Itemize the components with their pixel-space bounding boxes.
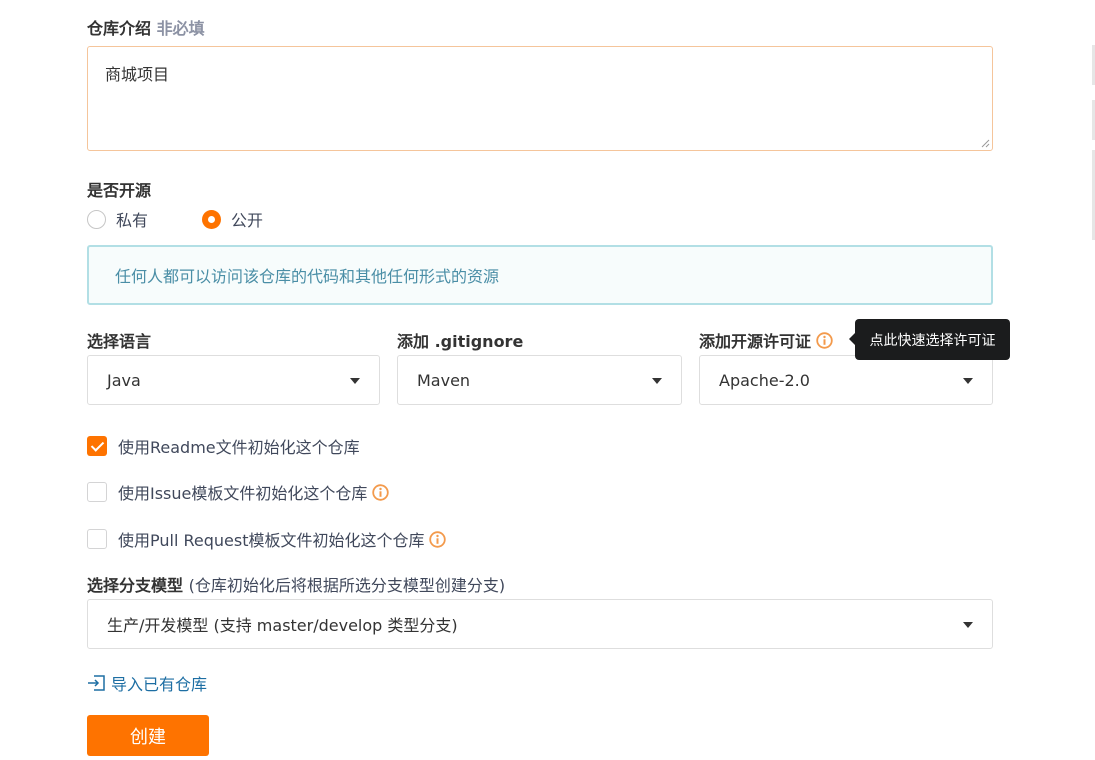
branch-model-label-text: 选择分支模型 [87, 576, 184, 595]
branch-model-value: 生产/开发模型 (支持 master/develop 类型分支) [107, 616, 458, 635]
radio-public-label: 公开 [231, 211, 264, 230]
language-select[interactable]: Java [87, 355, 380, 405]
license-label-text: 添加开源许可证 [699, 332, 812, 351]
init-issue-checkbox[interactable] [87, 482, 107, 502]
chevron-down-icon [350, 378, 360, 384]
branch-model-select[interactable]: 生产/开发模型 (支持 master/develop 类型分支) [87, 599, 993, 649]
import-repo-label: 导入已有仓库 [111, 675, 208, 694]
gitignore-value: Maven [417, 370, 471, 390]
gitignore-select[interactable]: Maven [397, 355, 682, 405]
init-issue-label: 使用Issue模板文件初始化这个仓库 [118, 484, 368, 503]
description-value: 商城项目 [105, 65, 170, 84]
init-issue-option[interactable]: 使用Issue模板文件初始化这个仓库 [87, 480, 390, 504]
description-label-text: 仓库介绍 [87, 19, 152, 38]
branch-model-label: 选择分支模型 (仓库初始化后将根据所选分支模型创建分支) [87, 572, 505, 596]
create-button[interactable]: 创建 [87, 715, 209, 756]
init-pr-option[interactable]: 使用Pull Request模板文件初始化这个仓库 [87, 527, 447, 551]
description-textarea[interactable]: 商城项目 [87, 46, 993, 151]
info-icon[interactable] [372, 483, 390, 501]
info-icon[interactable] [429, 530, 447, 548]
license-value: Apache-2.0 [719, 370, 810, 390]
import-icon [88, 675, 105, 691]
radio-private-label: 私有 [116, 211, 149, 230]
optional-tag: 非必填 [156, 19, 205, 38]
language-label: 选择语言 [87, 332, 152, 351]
import-repo-link[interactable]: 导入已有仓库 [87, 671, 207, 695]
visibility-info-text: 任何人都可以访问该仓库的代码和其他任何形式的资源 [115, 267, 500, 286]
chevron-down-icon [963, 378, 973, 384]
radio-public[interactable]: 公开 [202, 207, 263, 231]
chevron-down-icon [652, 378, 662, 384]
branch-model-hint: (仓库初始化后将根据所选分支模型创建分支) [188, 576, 506, 595]
license-select[interactable]: Apache-2.0 [699, 355, 993, 405]
open-source-label: 是否开源 [87, 181, 152, 200]
radio-private-circle[interactable] [87, 209, 106, 229]
create-button-label: 创建 [130, 726, 166, 748]
language-value: Java [107, 370, 141, 390]
init-pr-checkbox[interactable] [87, 529, 107, 549]
visibility-info-box: 任何人都可以访问该仓库的代码和其他任何形式的资源 [87, 245, 993, 305]
description-label: 仓库介绍 非必填 [87, 15, 205, 39]
gitignore-label: 添加 .gitignore [397, 332, 524, 351]
license-tooltip: 点此快速选择许可证 [849, 319, 1010, 360]
init-readme-checkbox[interactable] [87, 436, 107, 456]
radio-private[interactable]: 私有 [87, 207, 148, 231]
license-tooltip-text: 点此快速选择许可证 [869, 332, 996, 349]
resize-grip-icon[interactable] [980, 138, 990, 148]
init-readme-option[interactable]: 使用Readme文件初始化这个仓库 [87, 434, 360, 458]
radio-public-circle[interactable] [202, 209, 221, 229]
chevron-down-icon [963, 622, 973, 628]
init-readme-label: 使用Readme文件初始化这个仓库 [118, 438, 360, 457]
init-pr-label: 使用Pull Request模板文件初始化这个仓库 [118, 531, 425, 550]
info-icon[interactable] [816, 331, 833, 349]
license-label: 添加开源许可证 [699, 328, 833, 352]
